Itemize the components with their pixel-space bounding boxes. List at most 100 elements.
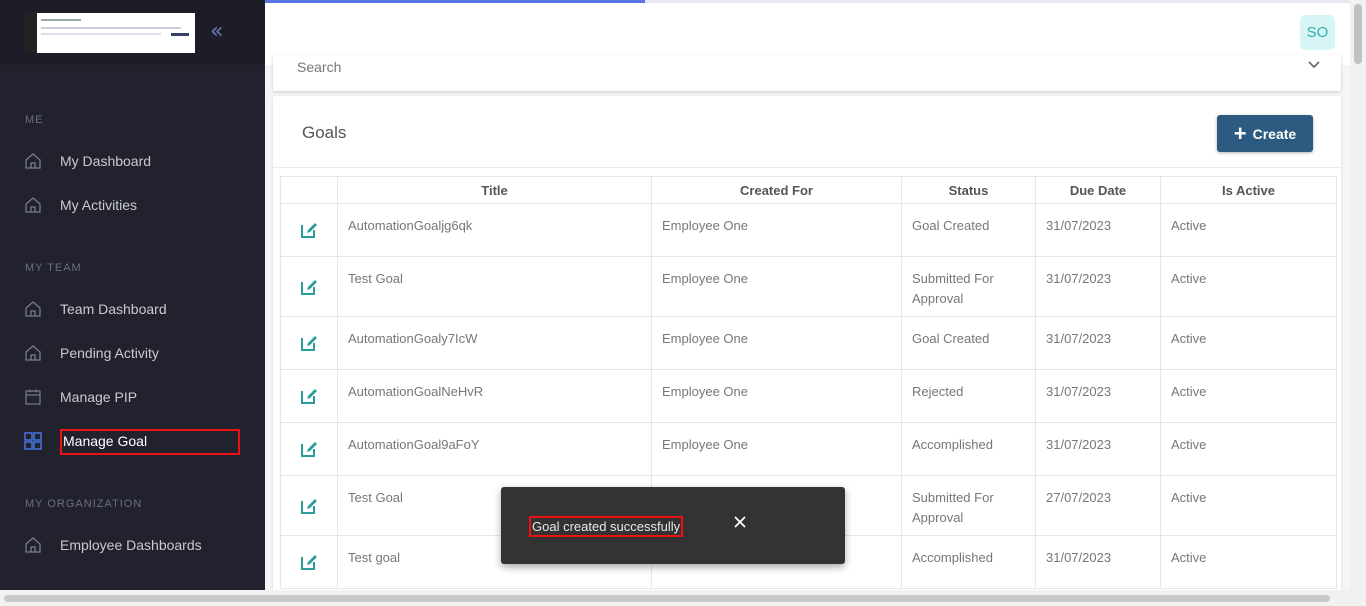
- cell-created-for: Employee One: [651, 203, 902, 257]
- section-label-me: ME: [25, 114, 44, 126]
- create-button-label: Create: [1252, 125, 1297, 142]
- cell-is-active: Active: [1160, 369, 1337, 423]
- calendar-icon: [25, 389, 41, 405]
- sidebar-item-my-dashboard[interactable]: My Dashboard: [0, 141, 265, 181]
- table-header-row: Title Created For Status Due Date Is Act…: [280, 176, 1337, 204]
- cell-title: AutomationGoalјg6qk: [337, 203, 652, 257]
- edit-icon[interactable]: [299, 496, 319, 516]
- search-panel[interactable]: Search: [273, 55, 1341, 91]
- sidebar-item-team-dashboard[interactable]: Team Dashboard: [0, 289, 265, 329]
- cell-title: AutomationGoalNeHvR: [337, 369, 652, 423]
- section-label-my-organization: MY ORGANIZATION: [25, 498, 143, 510]
- scrollbar-thumb[interactable]: [1354, 4, 1362, 64]
- cell-is-active: Active: [1160, 535, 1337, 589]
- close-icon[interactable]: [733, 515, 747, 529]
- edit-cell: [280, 475, 338, 536]
- cell-due-date: 31/07/2023: [1035, 535, 1161, 589]
- column-header-status[interactable]: Status: [901, 176, 1036, 204]
- sidebar-item-pending-activity[interactable]: Pending Activity: [0, 333, 265, 373]
- home-icon: [25, 345, 41, 361]
- edit-cell: [280, 369, 338, 423]
- cell-title: AutomationGoal9aFoY: [337, 422, 652, 476]
- vertical-scrollbar[interactable]: [1350, 0, 1366, 606]
- cell-status: Submitted For Approval: [901, 256, 1036, 317]
- column-header-due-date[interactable]: Due Date: [1035, 176, 1161, 204]
- company-logo[interactable]: [25, 13, 195, 53]
- user-avatar[interactable]: SO: [1300, 15, 1335, 50]
- edit-cell: [280, 256, 338, 317]
- table-row: AutomationGoalјg6qk Employee One Goal Crea…: [280, 203, 1337, 257]
- home-icon: [25, 153, 41, 169]
- table-row: Test Goal Employee One Submitted For Appro…: [280, 256, 1337, 317]
- edit-icon[interactable]: [299, 552, 319, 572]
- table-row: AutomationGoalNeHvR Employee One Rejected 3…: [280, 369, 1337, 423]
- sidebar-item-label: Team Dashboard: [60, 301, 167, 317]
- cell-status: Submitted For Approval: [901, 475, 1036, 536]
- cell-status: Accomplished: [901, 535, 1036, 589]
- cell-created-for: Employee One: [651, 256, 902, 317]
- sidebar-item-label: Employee Dashboards: [60, 537, 202, 553]
- cell-due-date: 31/07/2023: [1035, 369, 1161, 423]
- cell-title: AutomationGoaly7IcW: [337, 316, 652, 370]
- cell-is-active: Active: [1160, 422, 1337, 476]
- column-header-title[interactable]: Title: [337, 176, 652, 204]
- cell-due-date: 31/07/2023: [1035, 256, 1161, 317]
- table-row: AutomationGoaly7IcW Employee One Goal Crea…: [280, 316, 1337, 370]
- home-icon: [25, 301, 41, 317]
- table-row: AutomationGoal9aFoY Employee One Accomplis…: [280, 422, 1337, 476]
- edit-icon[interactable]: [299, 439, 319, 459]
- cell-due-date: 31/07/2023: [1035, 422, 1161, 476]
- chevron-down-icon[interactable]: [1307, 58, 1321, 72]
- sidebar-item-label: My Activities: [60, 197, 138, 213]
- cell-created-for: Employee One: [651, 369, 902, 423]
- edit-icon[interactable]: [299, 220, 319, 240]
- highlight-box: [60, 429, 240, 455]
- cell-status: Accomplished: [901, 422, 1036, 476]
- edit-cell: [280, 203, 338, 257]
- edit-icon[interactable]: [299, 333, 319, 353]
- edit-cell: [280, 535, 338, 589]
- toast-notification: Goal created successfully: [501, 487, 845, 564]
- cell-is-active: Active: [1160, 203, 1337, 257]
- scrollbar-thumb[interactable]: [4, 595, 1330, 602]
- sidebar: « ME My Dashboard My Activities MY TEAM …: [0, 0, 265, 606]
- divider: [273, 167, 1341, 168]
- cell-is-active: Active: [1160, 256, 1337, 317]
- home-icon: [25, 537, 41, 553]
- horizontal-scrollbar[interactable]: [0, 590, 1350, 606]
- sidebar-item-label: Manage PIP: [60, 389, 138, 405]
- sidebar-item-my-activities[interactable]: My Activities: [0, 185, 265, 225]
- cell-created-for: Employee One: [651, 422, 902, 476]
- column-header-is-active[interactable]: Is Active: [1160, 176, 1337, 204]
- page-title: Goals: [302, 123, 347, 142]
- column-header-edit: [280, 176, 338, 204]
- sidebar-header: «: [0, 0, 265, 65]
- edit-cell: [280, 316, 338, 370]
- cell-is-active: Active: [1160, 316, 1337, 370]
- sidebar-item-label: Pending Activity: [60, 345, 159, 361]
- create-button[interactable]: + Create: [1217, 115, 1313, 152]
- sidebar-item-manage-pip[interactable]: Manage PIP: [0, 377, 265, 417]
- cell-status: Goal Created: [901, 316, 1036, 370]
- search-label: Search: [297, 59, 342, 75]
- cell-due-date: 31/07/2023: [1035, 316, 1161, 370]
- edit-icon[interactable]: [299, 277, 319, 297]
- sidebar-item-employee-dashboards[interactable]: Employee Dashboards: [0, 525, 265, 565]
- home-icon: [25, 197, 41, 213]
- edit-cell: [280, 422, 338, 476]
- column-header-created-for[interactable]: Created For: [651, 176, 902, 204]
- cell-status: Goal Created: [901, 203, 1036, 257]
- cell-is-active: Active: [1160, 475, 1337, 536]
- grid-icon: [24, 432, 42, 450]
- loading-progress-bar: [265, 0, 645, 3]
- cell-due-date: 31/07/2023: [1035, 203, 1161, 257]
- cell-status: Rejected: [901, 369, 1036, 423]
- sidebar-item-label: My Dashboard: [60, 153, 152, 169]
- cell-title: Test Goal: [337, 256, 652, 317]
- cell-created-for: Employee One: [651, 316, 902, 370]
- collapse-sidebar-icon[interactable]: «: [210, 20, 232, 44]
- cell-due-date: 27/07/2023: [1035, 475, 1161, 536]
- edit-icon[interactable]: [299, 386, 319, 406]
- sidebar-item-manage-goal[interactable]: Manage Goal: [0, 421, 265, 461]
- toast-message: Goal created successfully: [529, 516, 684, 537]
